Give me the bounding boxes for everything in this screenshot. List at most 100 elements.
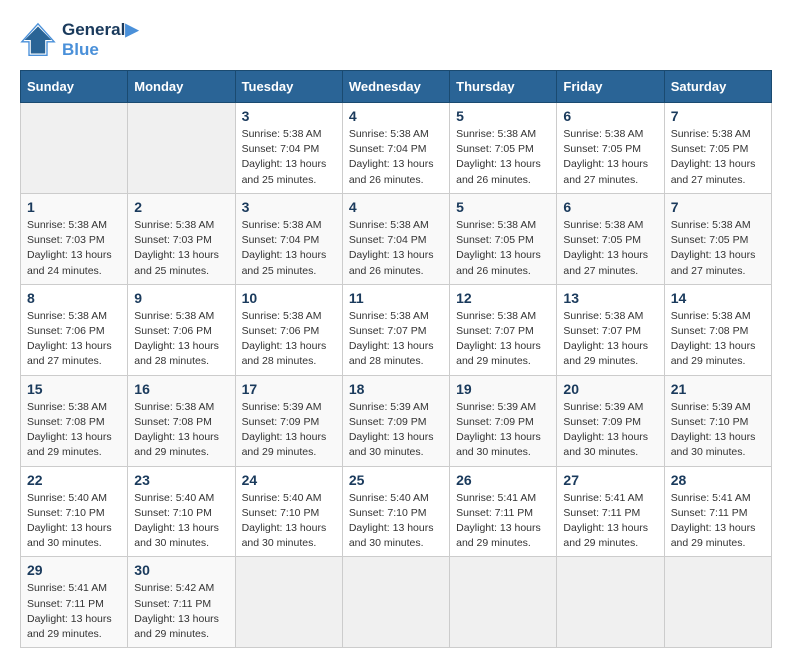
col-friday: Friday bbox=[557, 71, 664, 103]
logo-icon bbox=[20, 22, 56, 58]
day-number: 27 bbox=[563, 472, 657, 488]
day-number: 15 bbox=[27, 381, 121, 397]
calendar-cell: 7 Sunrise: 5:38 AM Sunset: 7:05 PM Dayli… bbox=[664, 193, 771, 284]
calendar-cell: 7 Sunrise: 5:38 AM Sunset: 7:05 PM Dayli… bbox=[664, 103, 771, 194]
logo: General▶ Blue bbox=[20, 20, 138, 60]
calendar-cell: 10 Sunrise: 5:38 AM Sunset: 7:06 PM Dayl… bbox=[235, 284, 342, 375]
calendar-cell bbox=[128, 103, 235, 194]
day-info: Sunrise: 5:38 AM Sunset: 7:07 PM Dayligh… bbox=[349, 309, 443, 370]
day-info: Sunrise: 5:38 AM Sunset: 7:04 PM Dayligh… bbox=[242, 127, 336, 188]
calendar-cell: 5 Sunrise: 5:38 AM Sunset: 7:05 PM Dayli… bbox=[450, 103, 557, 194]
calendar-cell: 15 Sunrise: 5:38 AM Sunset: 7:08 PM Dayl… bbox=[21, 375, 128, 466]
col-wednesday: Wednesday bbox=[342, 71, 449, 103]
day-number: 13 bbox=[563, 290, 657, 306]
logo-text: General▶ Blue bbox=[62, 20, 138, 60]
calendar-cell: 11 Sunrise: 5:38 AM Sunset: 7:07 PM Dayl… bbox=[342, 284, 449, 375]
day-info: Sunrise: 5:38 AM Sunset: 7:04 PM Dayligh… bbox=[349, 127, 443, 188]
calendar-cell: 5 Sunrise: 5:38 AM Sunset: 7:05 PM Dayli… bbox=[450, 193, 557, 284]
calendar-cell: 6 Sunrise: 5:38 AM Sunset: 7:05 PM Dayli… bbox=[557, 193, 664, 284]
calendar-cell: 6 Sunrise: 5:38 AM Sunset: 7:05 PM Dayli… bbox=[557, 103, 664, 194]
day-number: 11 bbox=[349, 290, 443, 306]
day-number: 7 bbox=[671, 108, 765, 124]
day-number: 3 bbox=[242, 199, 336, 215]
calendar-cell: 1 Sunrise: 5:38 AM Sunset: 7:03 PM Dayli… bbox=[21, 193, 128, 284]
day-info: Sunrise: 5:40 AM Sunset: 7:10 PM Dayligh… bbox=[27, 491, 121, 552]
week-row-5: 29 Sunrise: 5:41 AM Sunset: 7:11 PM Dayl… bbox=[21, 557, 772, 648]
day-info: Sunrise: 5:40 AM Sunset: 7:10 PM Dayligh… bbox=[349, 491, 443, 552]
day-info: Sunrise: 5:38 AM Sunset: 7:04 PM Dayligh… bbox=[349, 218, 443, 279]
day-info: Sunrise: 5:41 AM Sunset: 7:11 PM Dayligh… bbox=[456, 491, 550, 552]
calendar-cell: 13 Sunrise: 5:38 AM Sunset: 7:07 PM Dayl… bbox=[557, 284, 664, 375]
day-info: Sunrise: 5:38 AM Sunset: 7:07 PM Dayligh… bbox=[563, 309, 657, 370]
calendar-table: Sunday Monday Tuesday Wednesday Thursday… bbox=[20, 70, 772, 648]
day-info: Sunrise: 5:39 AM Sunset: 7:09 PM Dayligh… bbox=[349, 400, 443, 461]
calendar-cell: 26 Sunrise: 5:41 AM Sunset: 7:11 PM Dayl… bbox=[450, 466, 557, 557]
day-info: Sunrise: 5:38 AM Sunset: 7:06 PM Dayligh… bbox=[134, 309, 228, 370]
calendar-cell bbox=[235, 557, 342, 648]
day-info: Sunrise: 5:41 AM Sunset: 7:11 PM Dayligh… bbox=[671, 491, 765, 552]
day-number: 8 bbox=[27, 290, 121, 306]
week-row-0: 3 Sunrise: 5:38 AM Sunset: 7:04 PM Dayli… bbox=[21, 103, 772, 194]
day-info: Sunrise: 5:38 AM Sunset: 7:05 PM Dayligh… bbox=[456, 127, 550, 188]
calendar-cell bbox=[450, 557, 557, 648]
day-info: Sunrise: 5:38 AM Sunset: 7:08 PM Dayligh… bbox=[27, 400, 121, 461]
day-info: Sunrise: 5:39 AM Sunset: 7:09 PM Dayligh… bbox=[456, 400, 550, 461]
day-info: Sunrise: 5:38 AM Sunset: 7:07 PM Dayligh… bbox=[456, 309, 550, 370]
calendar-cell: 25 Sunrise: 5:40 AM Sunset: 7:10 PM Dayl… bbox=[342, 466, 449, 557]
calendar-cell: 29 Sunrise: 5:41 AM Sunset: 7:11 PM Dayl… bbox=[21, 557, 128, 648]
day-number: 6 bbox=[563, 199, 657, 215]
day-info: Sunrise: 5:38 AM Sunset: 7:06 PM Dayligh… bbox=[242, 309, 336, 370]
day-info: Sunrise: 5:38 AM Sunset: 7:08 PM Dayligh… bbox=[671, 309, 765, 370]
calendar-cell: 28 Sunrise: 5:41 AM Sunset: 7:11 PM Dayl… bbox=[664, 466, 771, 557]
day-number: 20 bbox=[563, 381, 657, 397]
day-number: 4 bbox=[349, 108, 443, 124]
day-number: 2 bbox=[134, 199, 228, 215]
calendar-cell: 4 Sunrise: 5:38 AM Sunset: 7:04 PM Dayli… bbox=[342, 193, 449, 284]
day-number: 14 bbox=[671, 290, 765, 306]
day-number: 22 bbox=[27, 472, 121, 488]
col-saturday: Saturday bbox=[664, 71, 771, 103]
calendar-cell: 21 Sunrise: 5:39 AM Sunset: 7:10 PM Dayl… bbox=[664, 375, 771, 466]
calendar-cell: 24 Sunrise: 5:40 AM Sunset: 7:10 PM Dayl… bbox=[235, 466, 342, 557]
day-info: Sunrise: 5:38 AM Sunset: 7:05 PM Dayligh… bbox=[671, 127, 765, 188]
day-number: 29 bbox=[27, 562, 121, 578]
day-number: 23 bbox=[134, 472, 228, 488]
week-row-3: 15 Sunrise: 5:38 AM Sunset: 7:08 PM Dayl… bbox=[21, 375, 772, 466]
calendar-cell: 2 Sunrise: 5:38 AM Sunset: 7:03 PM Dayli… bbox=[128, 193, 235, 284]
day-info: Sunrise: 5:38 AM Sunset: 7:05 PM Dayligh… bbox=[563, 127, 657, 188]
col-tuesday: Tuesday bbox=[235, 71, 342, 103]
calendar-cell: 14 Sunrise: 5:38 AM Sunset: 7:08 PM Dayl… bbox=[664, 284, 771, 375]
day-info: Sunrise: 5:38 AM Sunset: 7:03 PM Dayligh… bbox=[134, 218, 228, 279]
day-number: 5 bbox=[456, 108, 550, 124]
day-number: 30 bbox=[134, 562, 228, 578]
day-number: 6 bbox=[563, 108, 657, 124]
day-number: 18 bbox=[349, 381, 443, 397]
day-info: Sunrise: 5:38 AM Sunset: 7:05 PM Dayligh… bbox=[671, 218, 765, 279]
day-info: Sunrise: 5:40 AM Sunset: 7:10 PM Dayligh… bbox=[134, 491, 228, 552]
calendar-cell: 17 Sunrise: 5:39 AM Sunset: 7:09 PM Dayl… bbox=[235, 375, 342, 466]
day-number: 16 bbox=[134, 381, 228, 397]
calendar-cell bbox=[342, 557, 449, 648]
calendar-cell: 22 Sunrise: 5:40 AM Sunset: 7:10 PM Dayl… bbox=[21, 466, 128, 557]
day-number: 12 bbox=[456, 290, 550, 306]
calendar-cell: 16 Sunrise: 5:38 AM Sunset: 7:08 PM Dayl… bbox=[128, 375, 235, 466]
calendar-header-row: Sunday Monday Tuesday Wednesday Thursday… bbox=[21, 71, 772, 103]
week-row-4: 22 Sunrise: 5:40 AM Sunset: 7:10 PM Dayl… bbox=[21, 466, 772, 557]
day-number: 26 bbox=[456, 472, 550, 488]
day-info: Sunrise: 5:41 AM Sunset: 7:11 PM Dayligh… bbox=[563, 491, 657, 552]
day-number: 3 bbox=[242, 108, 336, 124]
calendar-cell bbox=[21, 103, 128, 194]
calendar-cell bbox=[664, 557, 771, 648]
day-number: 21 bbox=[671, 381, 765, 397]
calendar-cell: 19 Sunrise: 5:39 AM Sunset: 7:09 PM Dayl… bbox=[450, 375, 557, 466]
calendar-cell bbox=[557, 557, 664, 648]
day-info: Sunrise: 5:40 AM Sunset: 7:10 PM Dayligh… bbox=[242, 491, 336, 552]
day-number: 1 bbox=[27, 199, 121, 215]
day-info: Sunrise: 5:39 AM Sunset: 7:09 PM Dayligh… bbox=[563, 400, 657, 461]
week-row-2: 8 Sunrise: 5:38 AM Sunset: 7:06 PM Dayli… bbox=[21, 284, 772, 375]
calendar-cell: 3 Sunrise: 5:38 AM Sunset: 7:04 PM Dayli… bbox=[235, 193, 342, 284]
day-number: 28 bbox=[671, 472, 765, 488]
page-header: General▶ Blue bbox=[20, 20, 772, 60]
calendar-cell: 20 Sunrise: 5:39 AM Sunset: 7:09 PM Dayl… bbox=[557, 375, 664, 466]
day-info: Sunrise: 5:38 AM Sunset: 7:05 PM Dayligh… bbox=[563, 218, 657, 279]
